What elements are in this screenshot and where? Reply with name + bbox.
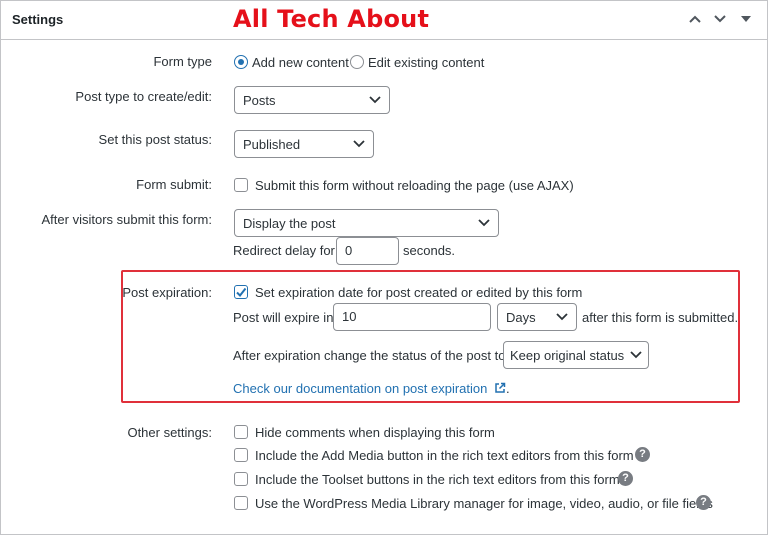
after-submit-select[interactable]: Display the post <box>234 209 499 237</box>
expiration-doc-link-text: Check our documentation on post expirati… <box>233 381 488 396</box>
hide-comments-label: Hide comments when displaying this form <box>255 425 495 440</box>
radio-add-label: Add new content <box>252 55 349 70</box>
post-expiration-label: Post expiration: <box>122 285 212 300</box>
question-icon[interactable]: ? <box>635 447 650 462</box>
media-library-label: Use the WordPress Media Library manager … <box>255 496 713 511</box>
brand-watermark: All Tech About <box>233 5 430 33</box>
external-link-icon <box>495 382 506 393</box>
post-status-select[interactable]: Published <box>234 130 374 158</box>
add-media-checkbox[interactable] <box>234 448 248 462</box>
expire-suffix: after this form is submitted. <box>582 310 739 325</box>
redirect-delay-input[interactable]: 0 <box>336 237 399 265</box>
ajax-submit-checkbox[interactable] <box>234 178 248 192</box>
ajax-submit-label: Submit this form without reloading the p… <box>255 178 574 193</box>
redirect-delay-unit: seconds. <box>403 243 456 258</box>
post-type-value: Posts <box>243 93 276 108</box>
add-media-label: Include the Add Media button in the rich… <box>255 448 634 463</box>
panel-title: Settings <box>12 12 64 27</box>
question-icon[interactable]: ? <box>618 471 633 486</box>
hide-comments-checkbox[interactable] <box>234 425 248 439</box>
chevron-down-icon <box>556 313 568 321</box>
expiration-status-value: Keep original status <box>510 348 625 363</box>
panel-header: Settings All Tech About <box>1 1 767 40</box>
chevron-down-icon <box>369 96 381 104</box>
expire-prefix: Post will expire in <box>233 310 334 325</box>
settings-panel: Settings All Tech About Form type Add ne… <box>0 0 768 535</box>
post-status-value: Published <box>243 137 301 152</box>
form-submit-label: Form submit: <box>136 177 212 192</box>
expire-unit-select[interactable]: Days <box>497 303 577 331</box>
chevron-down-icon <box>478 219 490 227</box>
radio-edit-label: Edit existing content <box>368 55 485 70</box>
chevron-down-icon[interactable] <box>712 11 728 27</box>
post-type-select[interactable]: Posts <box>234 86 390 114</box>
redirect-delay-label: Redirect delay for: <box>233 243 339 258</box>
after-submit-label: After visitors submit this form: <box>41 212 212 227</box>
chevron-down-icon <box>630 351 642 359</box>
chevron-up-icon[interactable] <box>687 11 703 27</box>
after-submit-value: Display the post <box>243 216 336 231</box>
post-expiration-checkbox[interactable] <box>234 285 248 299</box>
media-library-checkbox[interactable] <box>234 496 248 510</box>
other-settings-label: Other settings: <box>127 425 212 440</box>
post-status-label: Set this post status: <box>98 132 212 147</box>
radio-add-new-content[interactable] <box>234 55 248 69</box>
chevron-down-icon <box>353 140 365 148</box>
expiration-doc-link[interactable]: Check our documentation on post expirati… <box>233 381 510 396</box>
expire-unit-value: Days <box>506 310 536 325</box>
toolset-buttons-label: Include the Toolset buttons in the rich … <box>255 472 620 487</box>
radio-edit-existing-content[interactable] <box>350 55 364 69</box>
form-type-label: Form type <box>153 54 212 69</box>
expiration-doc-link-period: . <box>506 381 510 396</box>
expire-amount-input[interactable]: 10 <box>333 303 491 331</box>
checkmark-icon <box>236 287 247 298</box>
expiration-status-label: After expiration change the status of th… <box>233 348 506 363</box>
question-icon[interactable]: ? <box>696 495 711 510</box>
post-type-label: Post type to create/edit: <box>75 89 212 104</box>
triangle-down-icon[interactable] <box>738 11 754 27</box>
post-expiration-checkbox-label: Set expiration date for post created or … <box>255 285 583 300</box>
expiration-status-select[interactable]: Keep original status <box>503 341 649 369</box>
toolset-buttons-checkbox[interactable] <box>234 472 248 486</box>
